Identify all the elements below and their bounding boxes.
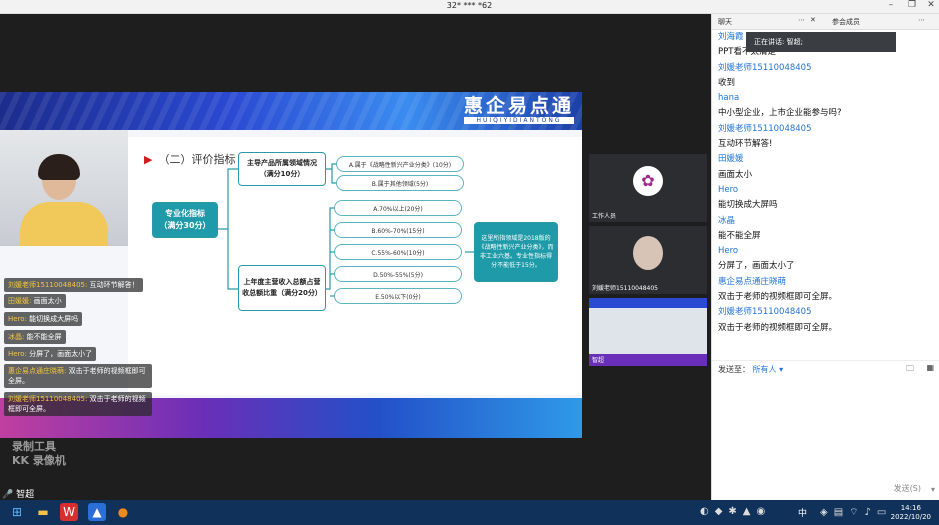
speaking-indicator: 正在讲话: 智超; bbox=[746, 32, 896, 52]
restore-icon[interactable]: ❐ bbox=[905, 0, 919, 10]
option-node: B.60%-70%(15分) bbox=[334, 222, 462, 238]
participant-tile[interactable]: 刘媛老师15110048405 bbox=[589, 226, 707, 294]
branch-node: 上年度主营收入总额占营收总额比重（满分20分） bbox=[238, 265, 326, 311]
chat-panel: 聊天 ⋯ ✕ 参会成员 ⋯ 正在讲话: 智超; 刘海霞 PPT看不太清楚 刘媛老… bbox=[711, 14, 939, 500]
chat-tabs: 聊天 ⋯ ✕ 参会成员 ⋯ bbox=[712, 14, 939, 30]
avatar: ✿ bbox=[633, 166, 663, 196]
danmaku-item: Hero: 能切换成大屏吗 bbox=[4, 312, 83, 326]
folder-icon[interactable]: 🗀 bbox=[906, 363, 914, 377]
message-sender: 刘媛老师15110048405 bbox=[718, 307, 812, 318]
option-node: A.70%以上(20分) bbox=[334, 200, 462, 216]
message-text: 双击于老师的视频框即可全屏。 bbox=[718, 292, 838, 303]
participant-tile[interactable]: 智超 bbox=[589, 298, 707, 366]
danmaku-item: 刘媛老师15110048405: 双击于老师的视频框即可全屏。 bbox=[4, 392, 152, 416]
message-text: 收到 bbox=[718, 77, 736, 88]
brand-logo: 惠企易点通 HUIQIYIDIANTONG bbox=[463, 95, 574, 124]
participant-tile[interactable]: ✿ 工作人员 bbox=[589, 154, 707, 222]
more-icon[interactable]: ⋯ bbox=[918, 16, 925, 24]
self-label: 🎤 智超 bbox=[2, 490, 35, 500]
recorder-watermark: 录制工具 KK 录像机 bbox=[12, 440, 66, 467]
option-node: D.50%-55%(5分) bbox=[334, 266, 462, 282]
message-text: 能切换成大屏吗 bbox=[718, 200, 778, 211]
title-bar: 32* *** *62 – ❐ ✕ bbox=[0, 0, 939, 14]
send-target-bar: 发送至： 所有人 ▾ 🗀 ▦ bbox=[712, 360, 939, 378]
note-box: 这里所指领域是2018版的《战略性新兴产业分类》，而非工业六基。专业性指标得分不… bbox=[474, 222, 558, 282]
branch-node: 主导产品所属领域情况（满分10分） bbox=[238, 152, 326, 186]
option-node: C.55%-60%(10分) bbox=[334, 244, 462, 260]
danmaku-item: 惠企易点通庄晓萌: 双击于老师的视频框即可全屏。 bbox=[4, 364, 152, 388]
wps-icon[interactable]: W bbox=[60, 503, 78, 521]
slide-banner: 惠企易点通 HUIQIYIDIANTONG bbox=[0, 92, 582, 130]
message-sender: 田媛媛 bbox=[718, 154, 744, 165]
close-icon[interactable]: ✕ bbox=[810, 16, 816, 24]
avatar bbox=[633, 236, 663, 270]
option-node: A.属于《战略性新兴产业分类》(10分) bbox=[336, 156, 464, 172]
message-sender: 冰晶 bbox=[718, 215, 736, 226]
message-sender: Hero bbox=[718, 246, 739, 257]
tile-caption: 智超 bbox=[592, 357, 605, 364]
taskbar: ⊞ ▬ W ▲ ● ◐◆✱▲◉ 中 ◈▤⌔♪▭ 14:16 2022/10/20 bbox=[0, 500, 939, 525]
calendar-icon[interactable]: ▦ bbox=[926, 363, 934, 372]
window-title: 32* *** *62 bbox=[446, 1, 493, 10]
message-text: 双击于老师的视频框即可全屏。 bbox=[718, 322, 838, 333]
speaker-video[interactable] bbox=[0, 130, 128, 246]
tile-caption: 工作人员 bbox=[592, 213, 617, 220]
slide-content: ▶ （二）评价指标 专业化指标 （满分30分） 主导产品所属领域情况（满分10分） bbox=[128, 137, 582, 395]
chat-messages: 刘海霞 PPT看不太清楚 刘媛老师15110048405 收到 hana 中小型… bbox=[718, 30, 936, 336]
tray-icons[interactable]: ◐◆✱▲◉ bbox=[700, 506, 771, 517]
danmaku-item: 田媛媛: 画面太小 bbox=[4, 294, 66, 308]
danmaku-item: Hero: 分屏了，画面太小了 bbox=[4, 347, 97, 361]
send-button[interactable]: 发送(S) bbox=[894, 483, 921, 494]
system-tray-icons[interactable]: ◈▤⌔♪▭ bbox=[820, 506, 892, 519]
message-sender: hana bbox=[718, 93, 740, 104]
tile-caption: 刘媛老师15110048405 bbox=[592, 285, 658, 292]
tab-chat[interactable]: 聊天 bbox=[718, 17, 732, 27]
option-node: E.50%以下(0分) bbox=[334, 288, 462, 304]
close-icon[interactable]: ✕ bbox=[924, 0, 938, 10]
root-node: 专业化指标 （满分30分） bbox=[152, 202, 218, 238]
tab-members[interactable]: 参会成员 bbox=[832, 17, 860, 27]
message-text: 画面太小 bbox=[718, 169, 753, 180]
recorder-icon[interactable]: ● bbox=[114, 503, 132, 521]
chat-input[interactable] bbox=[712, 378, 939, 500]
message-text: 中小型企业，上市企业能参与吗? bbox=[718, 108, 842, 119]
chevron-down-icon[interactable]: ▾ bbox=[779, 365, 783, 374]
clock[interactable]: 14:16 2022/10/20 bbox=[891, 504, 931, 522]
participant-tiles: ✿ 工作人员 刘媛老师15110048405 智超 bbox=[587, 14, 711, 500]
meeting-app-icon[interactable]: ▲ bbox=[88, 503, 106, 521]
more-icon[interactable]: ⋯ bbox=[798, 16, 805, 24]
message-text: 互动环节解答! bbox=[718, 139, 773, 150]
folder-icon[interactable]: ▬ bbox=[34, 503, 52, 521]
option-node: B.属于其他领域(5分) bbox=[336, 175, 464, 191]
danmaku-item: 冰晶: 能不能全屏 bbox=[4, 330, 66, 344]
send-to-label: 发送至： bbox=[718, 365, 750, 374]
chevron-down-icon[interactable]: ▾ bbox=[931, 485, 935, 494]
message-sender: Hero bbox=[718, 184, 739, 195]
start-icon[interactable]: ⊞ bbox=[8, 503, 26, 521]
ime-indicator[interactable]: 中 bbox=[798, 506, 807, 519]
message-sender: 刘媛老师15110048405 bbox=[718, 62, 812, 73]
minimize-icon[interactable]: – bbox=[884, 0, 898, 10]
message-sender: 惠企易点通庄晓萌 bbox=[718, 276, 787, 287]
message-sender: 刘媛老师15110048405 bbox=[718, 123, 812, 134]
danmaku-item: 刘媛老师15110048405: 互动环节解答！ bbox=[4, 278, 143, 292]
send-to-select[interactable]: 所有人 bbox=[753, 365, 777, 374]
message-text: 分屏了，画面太小了 bbox=[718, 261, 795, 272]
shared-screen: 惠企易点通 HUIQIYIDIANTONG ▶ （二）评价指标 专业化指标 （满… bbox=[0, 14, 587, 500]
message-text: 能不能全屏 bbox=[718, 230, 761, 241]
